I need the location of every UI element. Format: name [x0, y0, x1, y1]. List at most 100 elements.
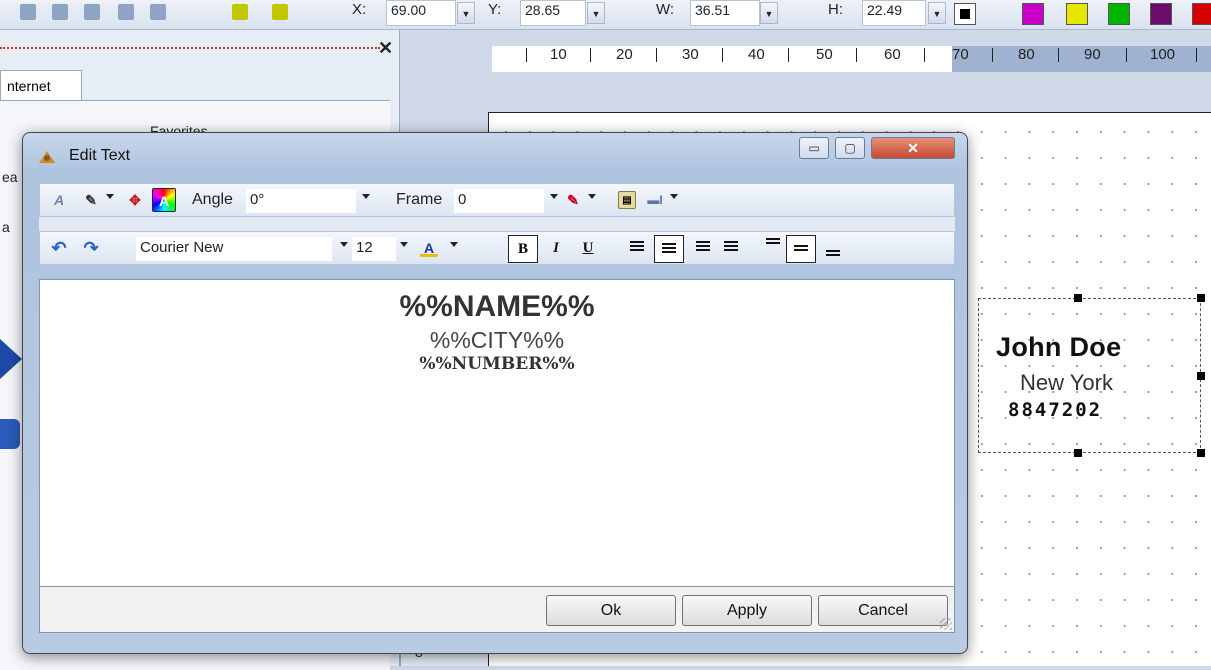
frame-field[interactable]: 0 [454, 189, 544, 213]
chevron-down-icon[interactable] [340, 242, 348, 247]
ok-button[interactable]: Ok [546, 595, 676, 626]
undo-icon[interactable]: ↶ [50, 239, 68, 257]
red-color-swatch[interactable] [1192, 3, 1211, 25]
h-field[interactable]: 22.49 [862, 0, 926, 26]
fields-icon[interactable]: ▤ [618, 191, 636, 209]
chevron-down-icon[interactable] [450, 242, 458, 247]
ruler-tick [924, 48, 925, 62]
chevron-down-icon[interactable] [588, 194, 596, 199]
x-spin-button[interactable]: ▼ [457, 2, 475, 24]
green-color-swatch[interactable] [1108, 3, 1130, 25]
resize-grip-icon[interactable] [940, 618, 952, 630]
ruler-tick [656, 48, 657, 62]
bold-button[interactable]: B [508, 235, 538, 263]
ruler-tick [526, 48, 527, 62]
w-spin-button[interactable]: ▼ [760, 2, 778, 24]
side-text-2: a [2, 219, 10, 235]
w-label: W: [656, 1, 675, 18]
dialog-footer: Ok Apply Cancel [39, 587, 955, 633]
send-back-icon[interactable] [272, 4, 288, 20]
y-label: Y: [488, 1, 502, 18]
y-field[interactable]: 28.65 [520, 0, 586, 26]
align-center-icon [662, 243, 676, 255]
x-field[interactable]: 69.00 [386, 0, 456, 26]
resize-handle[interactable] [1197, 294, 1205, 302]
resize-handle[interactable] [1074, 294, 1082, 302]
minimize-button[interactable]: ▭ [799, 137, 829, 159]
font-color-icon[interactable]: A [420, 239, 438, 257]
font-size-select[interactable]: 12 [352, 237, 396, 261]
ruler-label: 20 [616, 46, 633, 63]
valign-top-icon[interactable] [766, 238, 780, 244]
align-bottom-icon[interactable] [150, 4, 166, 20]
app-toolbar: X: 69.00 ▼ Y: 28.65 ▼ W: 36.51 ▼ H: 22.4… [0, 0, 1211, 30]
horizontal-ruler: 10 20 30 40 50 60 70 80 90 100 [460, 38, 1211, 72]
close-button[interactable]: ✕ [871, 137, 955, 159]
ruler-tick [856, 48, 857, 62]
y-spin-button[interactable]: ▼ [587, 2, 605, 24]
valign-bottom-icon[interactable] [826, 250, 840, 256]
edit-line-city: %%CITY%% [429, 327, 565, 353]
ruler-label: 60 [884, 46, 901, 63]
ruler-label: 30 [682, 46, 699, 63]
ruler-label: 90 [1084, 46, 1101, 63]
preview-number-text: 8847202 [1008, 399, 1103, 421]
resize-handle[interactable] [1197, 372, 1205, 380]
maximize-button[interactable]: ▢ [835, 137, 865, 159]
black-color-swatch[interactable] [954, 3, 976, 25]
magenta-color-swatch[interactable] [1022, 3, 1044, 25]
chevron-down-icon[interactable] [670, 194, 678, 199]
side-text-1: ea [2, 169, 18, 185]
ruler-label: 50 [816, 46, 833, 63]
chevron-down-icon[interactable] [400, 242, 408, 247]
angle-field[interactable]: 0° [246, 189, 356, 213]
resize-handle[interactable] [1074, 449, 1082, 457]
x-label: X: [352, 1, 367, 18]
align-center-icon[interactable] [52, 4, 68, 20]
ruler-label: 40 [748, 46, 765, 63]
text-edit-area[interactable]: %%NAME%% %%CITY%% %%NUMBER%% [39, 279, 955, 587]
italic-button[interactable]: I [542, 235, 570, 263]
justify-icon[interactable] [724, 241, 738, 253]
color-text-icon[interactable]: A [152, 188, 176, 212]
yellow-color-swatch[interactable] [1066, 3, 1088, 25]
pen-icon[interactable]: ✎ [82, 191, 100, 209]
underline-button[interactable]: U [574, 235, 602, 263]
format-toolbar-top: A ✎ ✥ A Angle 0° Frame 0 ✎ ▤ ▬I [39, 183, 955, 217]
blue-shape-icon [0, 419, 20, 449]
redo-icon[interactable]: ↷ [82, 239, 100, 257]
ruler-tick [590, 48, 591, 62]
panel-title-strip[interactable] [0, 47, 380, 61]
arrow-icon [0, 339, 22, 379]
font-name-select[interactable]: Courier New [136, 237, 332, 261]
align-left-icon[interactable] [630, 241, 644, 253]
align-center-button[interactable] [654, 235, 684, 263]
ruler-tick [722, 48, 723, 62]
chevron-down-icon[interactable] [106, 194, 114, 199]
chevron-down-icon[interactable] [550, 194, 558, 199]
close-icon[interactable]: ✕ [378, 38, 393, 59]
frame-color-icon[interactable]: ✎ [564, 191, 582, 209]
bring-front-icon[interactable] [232, 4, 248, 20]
align-right-icon[interactable] [696, 241, 710, 253]
purple-color-swatch[interactable] [1150, 3, 1172, 25]
chevron-down-icon[interactable] [362, 194, 370, 199]
h-spin-button[interactable]: ▼ [928, 2, 946, 24]
w-field[interactable]: 36.51 [690, 0, 760, 26]
text-style-icon[interactable]: A [50, 191, 68, 209]
insert-field-icon[interactable]: ▬I [646, 191, 664, 209]
h-label: H: [828, 1, 843, 18]
valign-middle-button[interactable] [786, 235, 816, 263]
resize-handle[interactable] [1197, 449, 1205, 457]
align-left-icon[interactable] [20, 4, 36, 20]
edit-line-name: %%NAME%% [399, 290, 595, 323]
align-top-icon[interactable] [118, 4, 134, 20]
apply-button[interactable]: Apply [682, 595, 812, 626]
ruler-label: 100 [1150, 46, 1176, 63]
cancel-button[interactable]: Cancel [818, 595, 948, 626]
tab-internet[interactable]: nternet [0, 70, 82, 100]
align-right-icon[interactable] [84, 4, 100, 20]
position-icon[interactable]: ✥ [126, 191, 144, 209]
frame-label: Frame [396, 191, 443, 208]
edit-text-dialog: Edit Text ▭ ▢ ✕ A ✎ ✥ A Angle 0° Frame 0… [22, 132, 968, 654]
